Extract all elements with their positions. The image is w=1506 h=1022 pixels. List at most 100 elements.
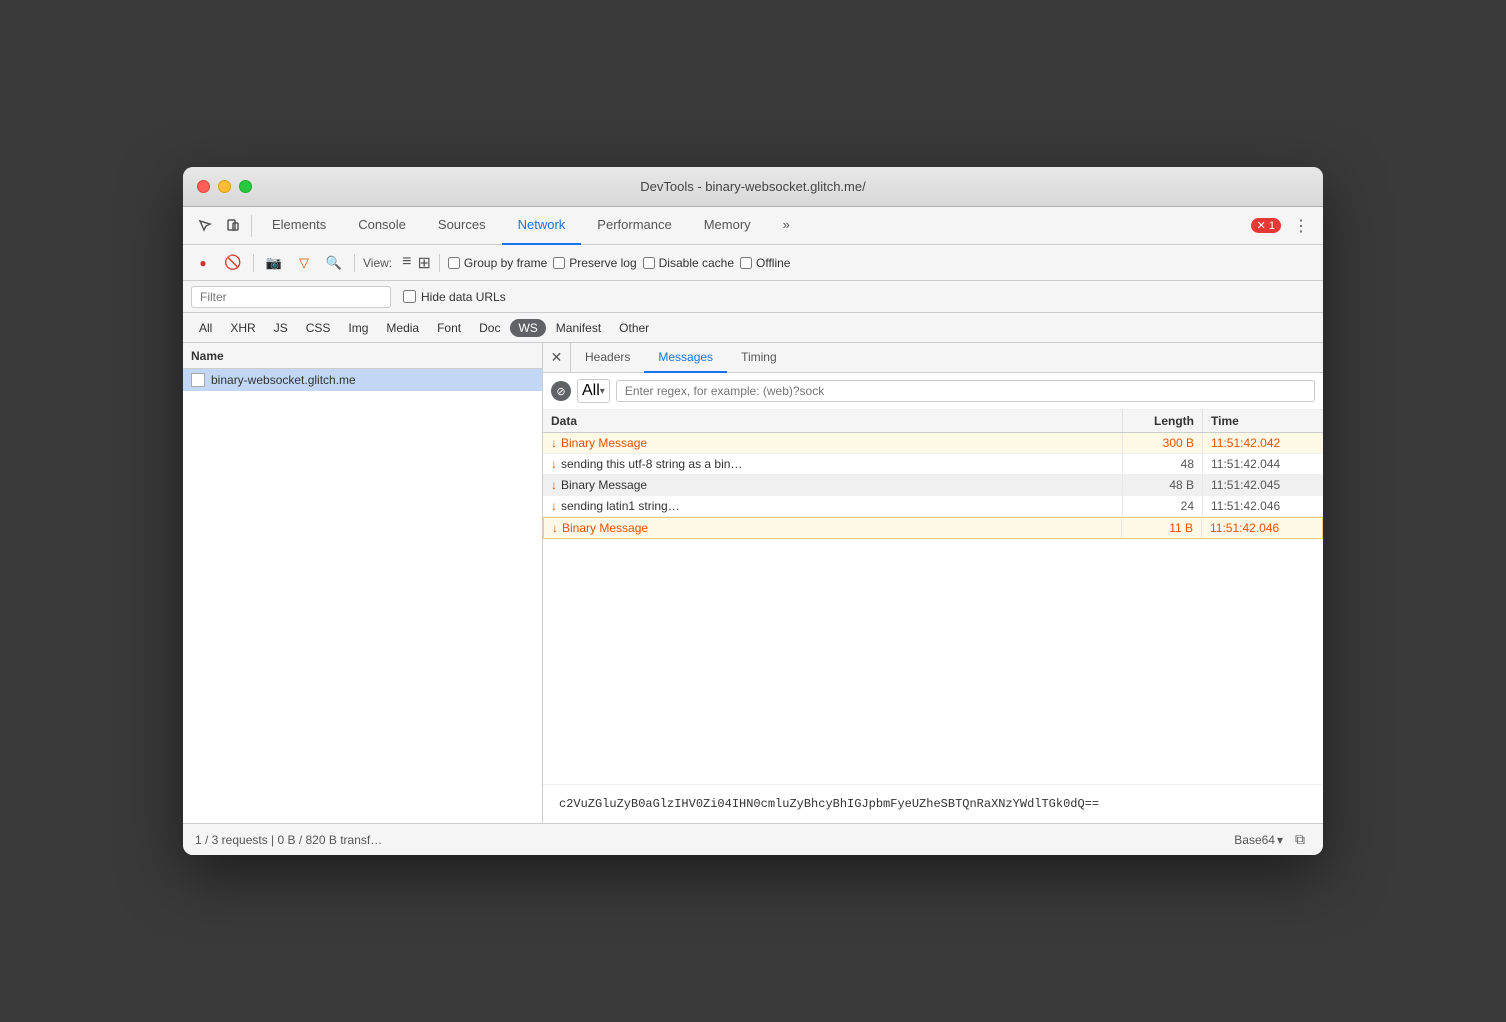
error-icon: ✕ xyxy=(1257,219,1266,232)
filter-ws[interactable]: WS xyxy=(510,319,545,337)
msg-filter-all-label: All xyxy=(582,382,600,400)
msg-arrow-icon: ↓ xyxy=(551,457,557,471)
tab-messages[interactable]: Messages xyxy=(644,343,727,373)
message-row[interactable]: ↓ sending latin1 string… 24 11:51:42.046 xyxy=(543,496,1323,517)
msg-filter-block-icon[interactable]: ⊘ xyxy=(551,381,571,401)
tab-elements[interactable]: Elements xyxy=(256,207,342,245)
detail-close-icon[interactable]: ✕ xyxy=(543,343,571,373)
filter-xhr[interactable]: XHR xyxy=(222,319,263,337)
filter-row: Hide data URLs xyxy=(183,281,1323,313)
msg-filter-dropdown[interactable]: All ▾ xyxy=(577,379,610,403)
messages-header-row: Data Length Time xyxy=(543,410,1323,433)
clear-icon[interactable]: 🚫 xyxy=(221,251,245,275)
window-title: DevTools - binary-websocket.glitch.me/ xyxy=(640,179,865,194)
msg-length-cell: 11 B xyxy=(1122,518,1202,538)
net-divider-3 xyxy=(439,254,440,272)
filter-font[interactable]: Font xyxy=(429,319,469,337)
msg-time-cell: 11:51:42.042 xyxy=(1203,433,1323,453)
copy-button[interactable]: ⧉ xyxy=(1289,829,1311,851)
group-by-frame-label[interactable]: Group by frame xyxy=(448,256,547,270)
detail-view-icon[interactable]: ⊞ xyxy=(417,253,430,273)
binary-content-text: c2VuZGluZyB0aGlzIHV0Zi04IHN0cmluZyBhcyBh… xyxy=(559,797,1099,811)
msg-text: Binary Message xyxy=(561,436,647,450)
message-row[interactable]: ↓ sending this utf-8 string as a bin… 48… xyxy=(543,454,1323,475)
hide-urls-checkbox[interactable] xyxy=(403,290,416,303)
msg-text: Binary Message xyxy=(562,521,648,535)
request-checkbox xyxy=(191,373,205,387)
disable-cache-checkbox[interactable] xyxy=(643,257,655,269)
binary-content: c2VuZGluZyB0aGlzIHV0Zi04IHN0cmluZyBhcyBh… xyxy=(543,784,1323,823)
msg-arrow-icon: ↓ xyxy=(551,478,557,492)
maximize-button[interactable] xyxy=(239,180,252,193)
tab-memory[interactable]: Memory xyxy=(688,207,767,245)
titlebar: DevTools - binary-websocket.glitch.me/ xyxy=(183,167,1323,207)
msg-data-cell: ↓ Binary Message xyxy=(543,433,1123,453)
message-row[interactable]: ↓ Binary Message 48 B 11:51:42.045 xyxy=(543,475,1323,496)
status-bar: 1 / 3 requests | 0 B / 820 B transf… Bas… xyxy=(183,823,1323,855)
preserve-log-label[interactable]: Preserve log xyxy=(553,256,636,270)
main-content: Name binary-websocket.glitch.me ✕ Header… xyxy=(183,343,1323,823)
filter-icon[interactable]: ▽ xyxy=(292,251,316,275)
preserve-log-checkbox[interactable] xyxy=(553,257,565,269)
search-icon[interactable]: 🔍 xyxy=(322,251,346,275)
group-by-frame-checkbox[interactable] xyxy=(448,257,460,269)
filter-js[interactable]: JS xyxy=(266,319,296,337)
error-count: 1 xyxy=(1269,220,1275,232)
msg-filter-input[interactable] xyxy=(616,380,1315,402)
close-button[interactable] xyxy=(197,180,210,193)
tab-performance[interactable]: Performance xyxy=(581,207,687,245)
request-name: binary-websocket.glitch.me xyxy=(211,373,356,387)
col-data-header: Data xyxy=(543,410,1123,432)
base64-dropdown[interactable]: Base64 ▾ xyxy=(1234,833,1283,847)
error-badge[interactable]: ✕ 1 xyxy=(1251,218,1281,233)
filter-input[interactable] xyxy=(191,286,391,308)
status-text: 1 / 3 requests | 0 B / 820 B transf… xyxy=(195,833,382,847)
tab-console[interactable]: Console xyxy=(342,207,422,245)
list-view-icon[interactable]: ≡ xyxy=(402,253,411,273)
offline-checkbox[interactable] xyxy=(740,257,752,269)
tab-headers[interactable]: Headers xyxy=(571,343,644,373)
message-row[interactable]: ↓ Binary Message 300 B 11:51:42.042 xyxy=(543,433,1323,454)
msg-text: sending latin1 string… xyxy=(561,499,680,513)
filter-other[interactable]: Other xyxy=(611,319,657,337)
toolbar-right: ✕ 1 ⋮ xyxy=(1251,212,1315,240)
msg-data-cell: ↓ Binary Message xyxy=(543,475,1123,495)
offline-label[interactable]: Offline xyxy=(740,256,790,270)
msg-data-cell: ↓ sending this utf-8 string as a bin… xyxy=(543,454,1123,474)
filter-manifest[interactable]: Manifest xyxy=(548,319,609,337)
filter-types: All XHR JS CSS Img Media Font Doc WS Man… xyxy=(183,313,1323,343)
filter-media[interactable]: Media xyxy=(378,319,427,337)
minimize-button[interactable] xyxy=(218,180,231,193)
more-menu-icon[interactable]: ⋮ xyxy=(1287,212,1315,240)
hide-urls-label[interactable]: Hide data URLs xyxy=(403,290,506,304)
main-toolbar: Elements Console Sources Network Perform… xyxy=(183,207,1323,245)
msg-text: Binary Message xyxy=(561,478,647,492)
request-item[interactable]: binary-websocket.glitch.me xyxy=(183,369,542,391)
tab-timing[interactable]: Timing xyxy=(727,343,791,373)
msg-time-cell: 11:51:42.045 xyxy=(1203,475,1323,495)
filter-img[interactable]: Img xyxy=(340,319,376,337)
msg-length-cell: 48 B xyxy=(1123,475,1203,495)
inspect-icon[interactable] xyxy=(191,212,219,240)
message-row[interactable]: ↓ Binary Message 11 B 11:51:42.046 xyxy=(543,517,1323,539)
nav-tabs: Elements Console Sources Network Perform… xyxy=(256,207,1251,245)
camera-icon[interactable]: 📷 xyxy=(262,251,286,275)
msg-arrow-icon: ↓ xyxy=(551,436,557,450)
record-button[interactable]: ● xyxy=(191,251,215,275)
tab-more[interactable]: » xyxy=(767,207,806,245)
msg-arrow-icon: ↓ xyxy=(552,521,558,535)
filter-all[interactable]: All xyxy=(191,319,220,337)
msg-data-cell: ↓ sending latin1 string… xyxy=(543,496,1123,516)
view-icons: ≡ ⊞ xyxy=(402,253,431,273)
disable-cache-label[interactable]: Disable cache xyxy=(643,256,734,270)
filter-doc[interactable]: Doc xyxy=(471,319,508,337)
tab-network[interactable]: Network xyxy=(502,207,582,245)
msg-text: sending this utf-8 string as a bin… xyxy=(561,457,742,471)
tab-sources[interactable]: Sources xyxy=(422,207,502,245)
filter-css[interactable]: CSS xyxy=(298,319,339,337)
base64-label: Base64 xyxy=(1234,833,1275,847)
device-icon[interactable] xyxy=(219,212,247,240)
msg-length-cell: 24 xyxy=(1123,496,1203,516)
col-length-header: Length xyxy=(1123,410,1203,432)
messages-filter: ⊘ All ▾ xyxy=(543,373,1323,410)
